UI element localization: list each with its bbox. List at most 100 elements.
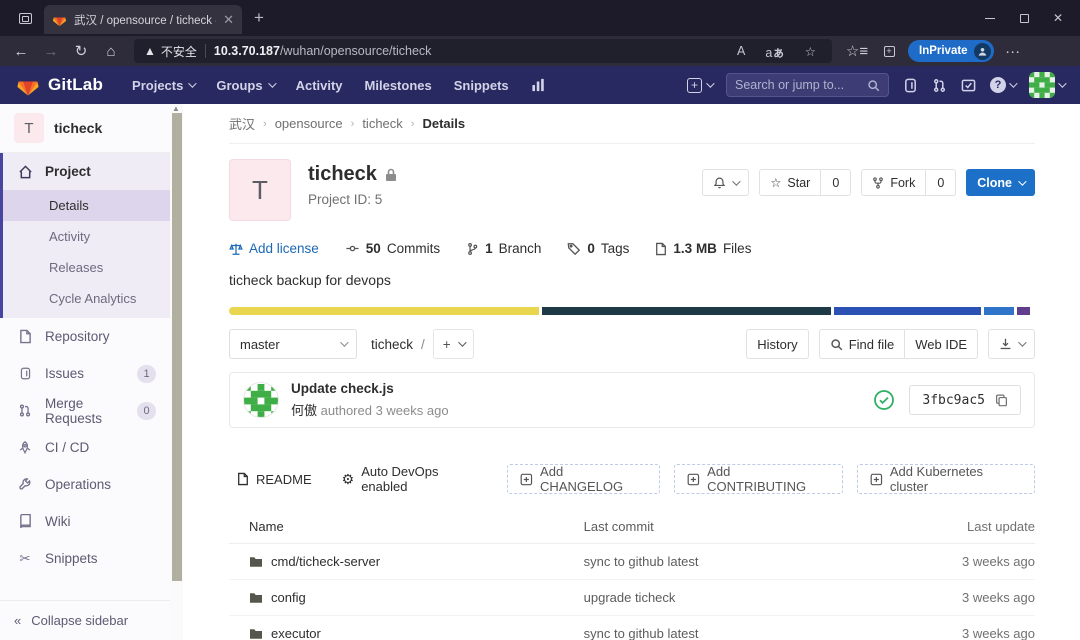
add-favorite-icon[interactable]: ☆ <box>799 44 822 59</box>
commits-stat[interactable]: 50 Commits <box>345 241 440 256</box>
sidebar-item-operations[interactable]: Operations <box>0 466 170 503</box>
search-icon <box>868 79 880 91</box>
search-input[interactable] <box>735 78 861 92</box>
address-bar[interactable]: ▲ 不安全 10.3.70.187/wuhan/opensource/tiche… <box>134 39 832 63</box>
fork-count[interactable]: 0 <box>926 169 957 196</box>
sidebar-item-repository[interactable]: Repository <box>0 318 170 355</box>
scroll-up-icon[interactable]: ▲ <box>172 104 180 113</box>
merge-requests-icon[interactable] <box>932 78 947 93</box>
todos-icon[interactable] <box>961 78 976 93</box>
add-license-link[interactable]: Add license <box>229 241 319 256</box>
file-name-link[interactable]: executor <box>271 626 321 640</box>
nav-activity[interactable]: Activity <box>287 78 352 93</box>
add-changelog-button[interactable]: Add CHANGELOG <box>507 464 661 494</box>
sidebar-project-header[interactable]: T ticheck <box>0 104 170 153</box>
fork-button[interactable]: Fork <box>861 169 927 196</box>
branches-stat[interactable]: 1 Branch <box>466 241 541 256</box>
table-row[interactable]: executor sync to github latest 3 weeks a… <box>229 616 1035 640</box>
back-icon[interactable]: ← <box>8 39 34 63</box>
pipeline-passed-icon[interactable] <box>873 389 895 411</box>
new-menu-button[interactable]: + <box>687 77 715 93</box>
nav-projects[interactable]: Projects <box>123 78 203 93</box>
breadcrumb-project[interactable]: ticheck <box>362 116 402 131</box>
sidebar-item-details[interactable]: Details <box>0 190 170 221</box>
chevron-down-icon <box>1009 79 1018 88</box>
issues-icon[interactable] <box>903 78 918 93</box>
language-bar[interactable] <box>229 307 1035 315</box>
add-kubernetes-button[interactable]: Add Kubernetes cluster <box>857 464 1035 494</box>
nav-groups[interactable]: Groups <box>207 78 282 93</box>
sidebar-item-cycle-analytics[interactable]: Cycle Analytics <box>0 283 170 314</box>
nav-milestones[interactable]: Milestones <box>356 78 441 93</box>
copy-icon[interactable] <box>995 393 1008 407</box>
files-stat[interactable]: 1.3 MB Files <box>655 241 751 256</box>
tags-stat[interactable]: 0 Tags <box>567 241 629 256</box>
commit-message-link[interactable]: sync to github latest <box>584 626 915 640</box>
sidebar-item-activity[interactable]: Activity <box>0 221 170 252</box>
breadcrumb-subgroup[interactable]: opensource <box>275 116 343 131</box>
sidebar-item-merge-requests[interactable]: Merge Requests 0 <box>0 392 170 429</box>
sidebar-item-issues[interactable]: Issues 1 <box>0 355 170 392</box>
help-menu[interactable]: ? <box>990 77 1018 93</box>
user-menu[interactable] <box>1029 72 1067 98</box>
refresh-icon[interactable]: ↻ <box>68 39 94 63</box>
table-row[interactable]: cmd/ticheck-server sync to github latest… <box>229 544 1035 580</box>
browser-window: 武汉 / opensource / ticheck - Gi ✕ + ✕ ← →… <box>0 0 1080 640</box>
history-button[interactable]: History <box>746 329 809 359</box>
commit-title-link[interactable]: Update check.js <box>291 381 449 396</box>
collections-icon[interactable]: + <box>876 39 902 63</box>
gear-icon: ⚙ <box>341 470 355 487</box>
settings-menu-icon[interactable]: ··· <box>1000 39 1026 63</box>
read-aloud-icon[interactable]: A <box>731 44 751 58</box>
gitlab-brand[interactable]: GitLab <box>16 74 103 97</box>
sidebar-item-wiki[interactable]: Wiki <box>0 503 170 540</box>
sidebar-item-snippets[interactable]: ✂ Snippets <box>0 540 170 577</box>
tab-title: 武汉 / opensource / ticheck - Gi <box>74 14 216 27</box>
file-name-link[interactable]: cmd/ticheck-server <box>271 554 380 569</box>
scrollbar-thumb[interactable] <box>171 113 182 581</box>
commit-message-link[interactable]: upgrade ticheck <box>584 590 915 605</box>
security-warning[interactable]: ▲ 不安全 <box>144 43 197 60</box>
forward-icon[interactable]: → <box>38 39 64 63</box>
breadcrumb-group[interactable]: 武汉 <box>229 114 255 133</box>
branch-selector[interactable]: master <box>229 329 357 359</box>
tab-close-icon[interactable]: ✕ <box>223 12 234 28</box>
file-name-link[interactable]: config <box>271 590 306 605</box>
inprivate-badge[interactable]: InPrivate <box>908 40 994 62</box>
tab-actions-icon[interactable] <box>12 5 38 31</box>
window-minimize-button[interactable] <box>974 4 1006 32</box>
readme-button[interactable]: README <box>229 464 320 494</box>
commit-author-link[interactable]: 何傲 <box>291 403 317 418</box>
global-search[interactable] <box>726 73 889 97</box>
window-maximize-button[interactable] <box>1008 4 1040 32</box>
home-icon[interactable]: ⌂ <box>98 39 124 63</box>
commit-sha[interactable]: 3fbc9ac5 <box>922 393 985 408</box>
window-close-button[interactable]: ✕ <box>1042 4 1074 32</box>
repo-root-link[interactable]: ticheck <box>371 337 413 352</box>
download-dropdown[interactable] <box>988 329 1035 359</box>
star-count[interactable]: 0 <box>821 169 852 196</box>
notifications-dropdown[interactable] <box>702 169 750 196</box>
sidebar-item-releases[interactable]: Releases <box>0 252 170 283</box>
translate-icon[interactable]: aぁ <box>759 42 790 61</box>
star-button[interactable]: ☆ Star <box>759 169 822 196</box>
commit-message-link[interactable]: sync to github latest <box>584 554 915 569</box>
browser-tab[interactable]: 武汉 / opensource / ticheck - Gi ✕ <box>44 5 242 34</box>
commit-author-avatar[interactable] <box>243 382 279 418</box>
web-ide-button[interactable]: Web IDE <box>904 329 978 359</box>
new-tab-button[interactable]: + <box>254 8 264 28</box>
add-file-dropdown[interactable]: + <box>432 329 474 359</box>
sidebar-item-project[interactable]: Project <box>0 153 170 190</box>
add-contributing-button[interactable]: Add CONTRIBUTING <box>674 464 844 494</box>
sidebar-item-ci-cd[interactable]: CI / CD <box>0 429 170 466</box>
clone-button[interactable]: Clone <box>966 169 1035 196</box>
tree-controls: master ticheck / + History Find file Web… <box>229 329 1035 359</box>
table-row[interactable]: config upgrade ticheck 3 weeks ago <box>229 580 1035 616</box>
auto-devops-button[interactable]: ⚙ Auto DevOps enabled <box>334 464 494 494</box>
sidebar-scrollbar[interactable]: ▲ <box>170 104 183 640</box>
find-file-button[interactable]: Find file <box>818 329 905 359</box>
favorites-icon[interactable]: ☆≡ <box>844 39 870 63</box>
charts-icon[interactable] <box>522 78 555 92</box>
collapse-sidebar-button[interactable]: « Collapse sidebar <box>0 600 170 640</box>
nav-snippets[interactable]: Snippets <box>445 78 518 93</box>
